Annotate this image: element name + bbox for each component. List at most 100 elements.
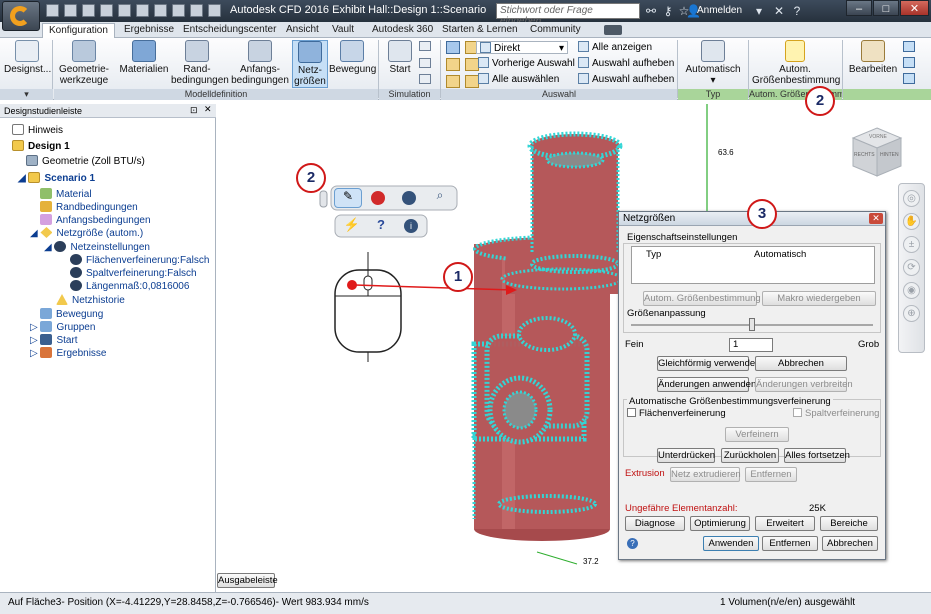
redo-icon[interactable] <box>154 4 167 17</box>
makro-wiedergeben-button[interactable]: Makro wiedergeben <box>762 291 876 306</box>
undo-icon[interactable] <box>136 4 149 17</box>
tree-randbedingungen[interactable]: Randbedingungen <box>40 201 138 214</box>
walk-icon[interactable]: ⊕ <box>903 305 920 322</box>
dropdown-icon[interactable] <box>208 4 221 17</box>
tree-start[interactable]: ▷ Start <box>30 334 78 347</box>
look-icon[interactable]: ◉ <box>903 282 920 299</box>
search-input[interactable]: Stichwort oder Frage eingeben <box>496 3 640 27</box>
tab-autodesk-360[interactable]: Autodesk 360 <box>366 23 439 38</box>
designstudie-button[interactable]: Designst... <box>4 40 51 88</box>
tree-bewegung[interactable]: Bewegung <box>40 308 103 321</box>
spaltverfeinerung-checkbox[interactable]: Spaltverfeinerung <box>793 408 879 419</box>
alle-auswaehlen-button[interactable]: Alle auswählen <box>478 73 559 86</box>
print-icon[interactable] <box>118 4 131 17</box>
pin-icon[interactable]: ⊡ <box>190 105 198 116</box>
randbedingungen-button[interactable]: Rand-bedingungen <box>171 40 229 88</box>
help-icon[interactable]: ? <box>627 538 638 549</box>
automatisch-dropdown[interactable]: Automatisch ▾ <box>682 40 744 88</box>
tree-netzeinstellungen[interactable]: ◢ Netzeinstellungen <box>44 241 150 254</box>
vorherige-auswahl-button[interactable]: Vorherige Auswahl <box>478 57 575 70</box>
search-icon[interactable]: ⌕ <box>426 188 454 208</box>
zoom-icon[interactable]: ± <box>903 236 920 253</box>
copy-icon[interactable] <box>903 57 915 68</box>
scale-value-input[interactable]: 1 <box>729 338 773 352</box>
geometriewerkzeuge-button[interactable]: Geometrie-werkzeuge <box>56 40 112 88</box>
bearbeiten-button[interactable]: Bearbeiten <box>848 40 898 88</box>
auswahl-aufheben-button-1[interactable]: Auswahl aufheben <box>578 57 674 70</box>
table-icon[interactable] <box>419 58 431 68</box>
select-point-icon[interactable] <box>465 58 479 71</box>
entfernen-extrusion-button[interactable]: Entfernen <box>745 467 797 482</box>
exchange-icon[interactable]: ✕ <box>772 4 786 18</box>
tree-spaltverfeinerung[interactable]: Spaltverfeinerung:Falsch <box>70 267 197 280</box>
minimize-button[interactable]: – <box>846 0 872 16</box>
anwenden-button[interactable]: Anwenden <box>703 536 759 551</box>
binoculars-icon[interactable]: ⚯ <box>644 4 658 18</box>
aenderungen-verbreiten-button[interactable]: Änderungen verbreiten <box>755 377 853 392</box>
settings-icon[interactable] <box>190 4 203 17</box>
chevron-down-icon[interactable]: ▾ <box>752 4 766 18</box>
display-icon[interactable] <box>172 4 185 17</box>
aenderungen-anwenden-button[interactable]: Änderungen anwenden <box>657 377 756 392</box>
application-menu-button[interactable] <box>2 1 40 31</box>
gleichfoermig-verwenden-button[interactable]: Gleichförmig verwenden <box>657 356 760 371</box>
steering-wheel-icon[interactable]: ◎ <box>903 190 920 207</box>
tree-laengenmass[interactable]: Längenmaß:0,0816006 <box>70 280 189 293</box>
close-button[interactable]: ✕ <box>900 0 929 16</box>
ausgabeleiste-button[interactable]: Ausgabeleiste <box>217 573 278 588</box>
orbit-icon[interactable]: ⟳ <box>903 259 920 276</box>
tree-netzhistorie[interactable]: Netzhistorie <box>56 294 125 307</box>
netz-extrudieren-button[interactable]: Netz extrudieren <box>670 467 741 482</box>
tree-scenario[interactable]: ◢ Scenario 1 <box>18 172 95 185</box>
autom-groessenbestimmung-button[interactable]: Autom. Größenbestimmung <box>643 291 761 306</box>
edit-options-icon[interactable] <box>903 41 915 52</box>
more-tabs-icon[interactable] <box>604 25 622 35</box>
tab-konfiguration[interactable]: Konfiguration <box>42 23 115 38</box>
alles-fortsetzen-button[interactable]: Alles fortsetzen <box>784 448 850 463</box>
auswahl-aufheben-button-2[interactable]: Auswahl aufheben <box>578 73 674 86</box>
group-label-designstudie[interactable]: ▾ <box>0 89 53 100</box>
tab-ergebnisse[interactable]: Ergebnisse <box>118 23 180 38</box>
optimierung-button[interactable]: Optimierung <box>690 516 750 531</box>
tab-starten-lernen[interactable]: Starten & Lernen <box>436 23 524 38</box>
open-file-icon[interactable] <box>64 4 77 17</box>
zurueckholen-button[interactable]: Zurückholen <box>721 448 779 463</box>
netzgroessen-button[interactable]: Netz-größen <box>292 40 328 88</box>
save-icon[interactable] <box>82 4 95 17</box>
help-icon[interactable]: ? <box>367 217 395 235</box>
help-icon[interactable]: ? <box>790 4 804 18</box>
tree-flaechenverfeinerung[interactable]: Flächenverfeinerung:Falsch <box>70 254 209 267</box>
verfeinern-button[interactable]: Verfeinern <box>725 427 789 442</box>
tree-ergebnisse[interactable]: ▷ Ergebnisse <box>30 347 107 360</box>
pan-hand-icon[interactable]: ✋ <box>903 213 920 230</box>
bereiche-button[interactable]: Bereiche <box>820 516 878 531</box>
stop-icon[interactable] <box>364 188 392 208</box>
new-file-icon[interactable] <box>46 4 59 17</box>
save-as-icon[interactable] <box>100 4 113 17</box>
paste-icon[interactable] <box>903 73 915 84</box>
unterdruecken-button[interactable]: Unterdrücken <box>657 448 715 463</box>
flaechenverfeinerung-checkbox[interactable]: Flächenverfeinerung <box>627 408 726 419</box>
info-icon[interactable]: i <box>397 217 425 235</box>
sign-in-link[interactable]: Anmelden <box>697 5 742 16</box>
tab-entscheidungscenter[interactable]: Entscheidungscenter <box>177 23 282 38</box>
bewegung-button[interactable]: Bewegung <box>329 40 376 88</box>
list-icon[interactable] <box>419 41 431 51</box>
select-mode-icon[interactable] <box>446 41 460 54</box>
tree-geometrie[interactable]: Geometrie (Zoll BTU/s) <box>26 155 145 168</box>
close-icon[interactable]: ✕ <box>204 104 212 115</box>
alle-anzeigen-button[interactable]: Alle anzeigen <box>578 41 652 54</box>
select-volume-icon[interactable] <box>446 58 460 71</box>
reset-icon[interactable] <box>395 188 423 208</box>
mail-icon[interactable] <box>419 74 431 84</box>
entfernen-button[interactable]: Entfernen <box>762 536 818 551</box>
erweitert-button[interactable]: Erweitert <box>755 516 815 531</box>
tree-material[interactable]: Material <box>40 188 92 201</box>
tab-vault[interactable]: Vault <box>326 23 360 38</box>
key-icon[interactable]: ⚷ <box>661 4 675 18</box>
property-table[interactable]: Typ Automatisch <box>631 246 875 284</box>
select-part-icon[interactable] <box>465 75 479 88</box>
materialien-button[interactable]: Materialien <box>118 40 170 88</box>
diagnose-button[interactable]: Diagnose <box>625 516 685 531</box>
select-surface-icon[interactable] <box>446 75 460 88</box>
